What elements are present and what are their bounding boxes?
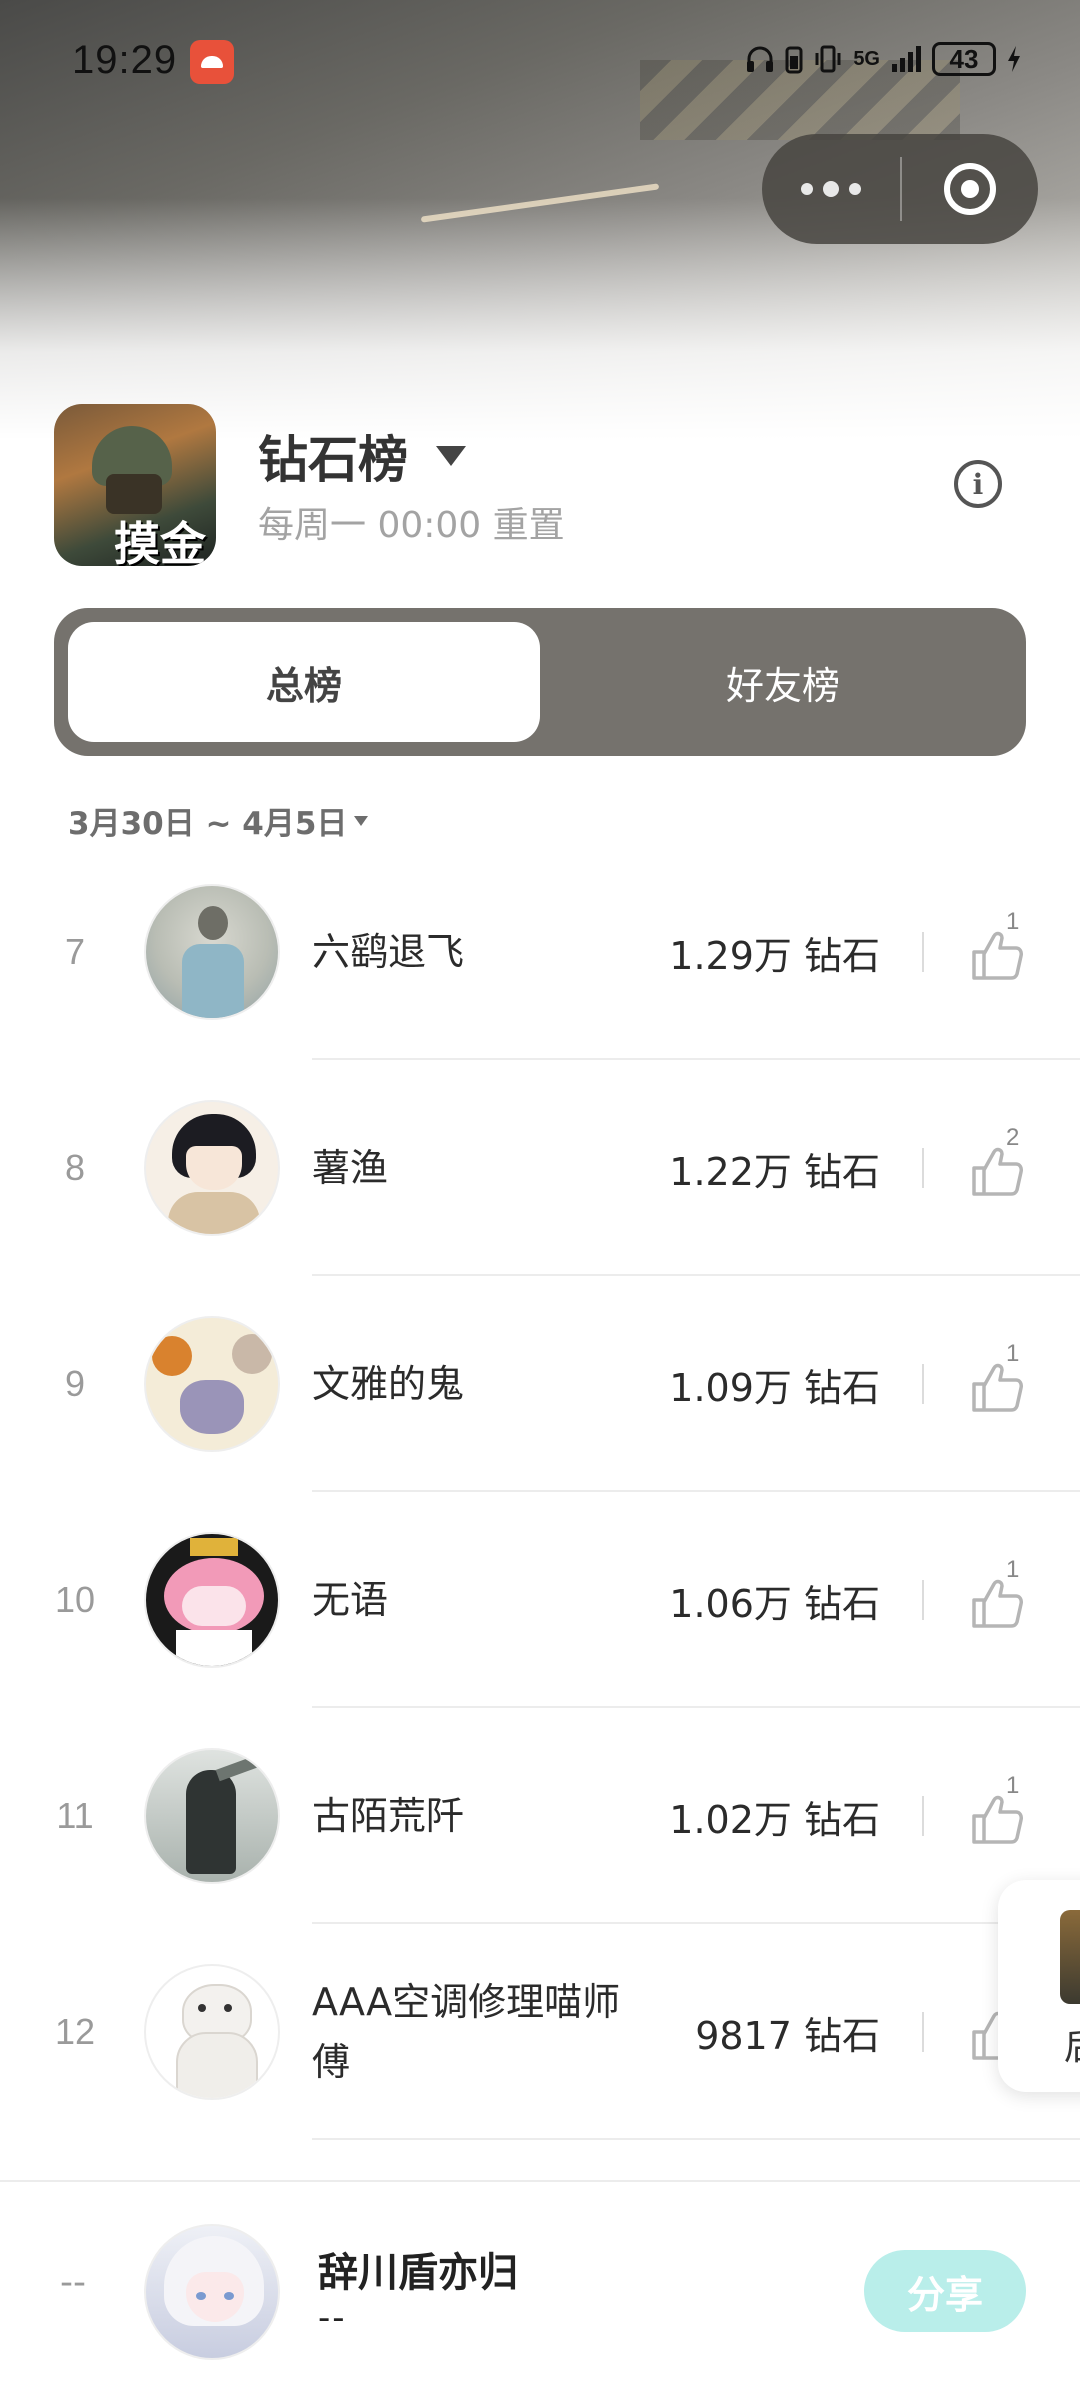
rank-number: 12	[54, 2011, 96, 2052]
my-score: --	[318, 2298, 347, 2338]
player-name: 薯渔	[312, 1146, 389, 1190]
battery-level: 43	[949, 43, 979, 74]
player-name: 古陌荒阡	[312, 1794, 465, 1838]
status-bar: 19:29 5G 43	[0, 0, 1080, 130]
rank-number: 11	[56, 1795, 94, 1836]
player-score: 1.29万 钻石	[669, 933, 880, 978]
date-dropdown-caret-icon[interactable]	[354, 816, 368, 826]
notification-app-icon	[190, 40, 234, 84]
status-time: 19:29	[72, 38, 178, 82]
network-label: 5G	[853, 47, 880, 70]
signal-icon	[892, 46, 921, 72]
list-item: 9 文雅的鬼 1.09万 钻石 1	[0, 1276, 1080, 1492]
avatar[interactable]	[144, 1532, 280, 1668]
battery-icon: 43	[932, 42, 996, 76]
like-count: 1	[1006, 1772, 1020, 1799]
game-icon: 摸金	[54, 404, 216, 566]
reset-schedule-text: 每周一 00:00 重置	[258, 505, 565, 546]
player-score: 1.02万 钻石	[669, 1797, 880, 1842]
rank-number: 7	[64, 931, 86, 972]
like-count: 2	[1006, 1124, 1020, 1151]
player-score: 1.22万 钻石	[669, 1149, 880, 1194]
floating-card-label: 后	[1064, 2018, 1080, 2070]
avatar[interactable]	[144, 1748, 280, 1884]
player-name: 六鹞退飞	[312, 930, 465, 974]
game-logo-text: 摸金	[114, 517, 206, 566]
charging-icon	[1008, 46, 1020, 72]
close-miniprogram-button[interactable]	[902, 163, 1038, 215]
like-count: 1	[1006, 1340, 1020, 1367]
row-divider	[312, 2138, 1080, 2140]
rank-number: 10	[54, 1579, 96, 1620]
my-avatar[interactable]	[144, 2224, 280, 2360]
more-menu-button[interactable]	[762, 181, 900, 197]
miniprogram-capsule	[762, 134, 1038, 244]
row-separator	[922, 1148, 924, 1188]
like-count: 1	[1006, 1556, 1020, 1583]
avatar[interactable]	[144, 1100, 280, 1236]
row-separator	[922, 1580, 924, 1620]
info-icon[interactable]: i	[954, 460, 1002, 508]
row-separator	[922, 1796, 924, 1836]
list-item: 11 古陌荒阡 1.02万 钻石 1	[0, 1708, 1080, 1924]
system-icons: 5G 43	[745, 42, 1022, 76]
player-name: 无语	[312, 1578, 389, 1622]
player-name: 文雅的鬼	[312, 1362, 465, 1406]
banner-artwork-glow	[420, 183, 660, 223]
player-score: 1.06万 钻石	[669, 1581, 880, 1626]
my-rank: --	[60, 2262, 86, 2303]
floating-side-card[interactable]: 后	[998, 1880, 1080, 2092]
board-title[interactable]: 钻石榜	[258, 420, 408, 492]
target-icon	[944, 163, 996, 215]
player-score: 1.09万 钻石	[669, 1365, 880, 1410]
row-separator	[922, 2012, 924, 2052]
floating-card-thumbnail	[1060, 1910, 1080, 2004]
avatar[interactable]	[144, 884, 280, 1020]
battery-small-icon	[785, 46, 803, 74]
vibrate-icon	[815, 45, 841, 73]
row-separator	[922, 932, 924, 972]
bottom-divider	[0, 2180, 1080, 2182]
like-count: 1	[1006, 908, 1020, 935]
rank-number: 8	[64, 1147, 86, 1188]
tab-overall[interactable]: 总榜	[68, 622, 540, 742]
list-item: 10 无语 1.06万 钻石 1	[0, 1492, 1080, 1708]
list-item: 7 六鹞退飞 1.29万 钻石 1	[0, 844, 1080, 1060]
player-name: AAA空调修理喵师傅	[312, 1980, 621, 2084]
avatar[interactable]	[144, 1964, 280, 2100]
leaderboard-tabs: 总榜 好友榜	[54, 608, 1026, 756]
date-range-selector[interactable]: 3月30日 ~ 4月5日	[68, 798, 347, 843]
share-button[interactable]: 分享	[864, 2250, 1026, 2332]
tab-friends[interactable]: 好友榜	[554, 622, 1012, 742]
avatar[interactable]	[144, 1316, 280, 1452]
headphones-icon	[747, 46, 774, 72]
player-score: 9817 钻石	[695, 2013, 880, 2058]
rank-number: 9	[64, 1363, 86, 1404]
list-item: 12 AAA空调修理喵师傅 9817 钻石	[0, 1924, 1080, 2140]
my-name: 辞川盾亦归	[318, 2250, 518, 2296]
list-item: 8 薯渔 1.22万 钻石 2	[0, 1060, 1080, 1276]
row-separator	[922, 1364, 924, 1404]
board-dropdown-caret-icon[interactable]	[436, 446, 466, 466]
